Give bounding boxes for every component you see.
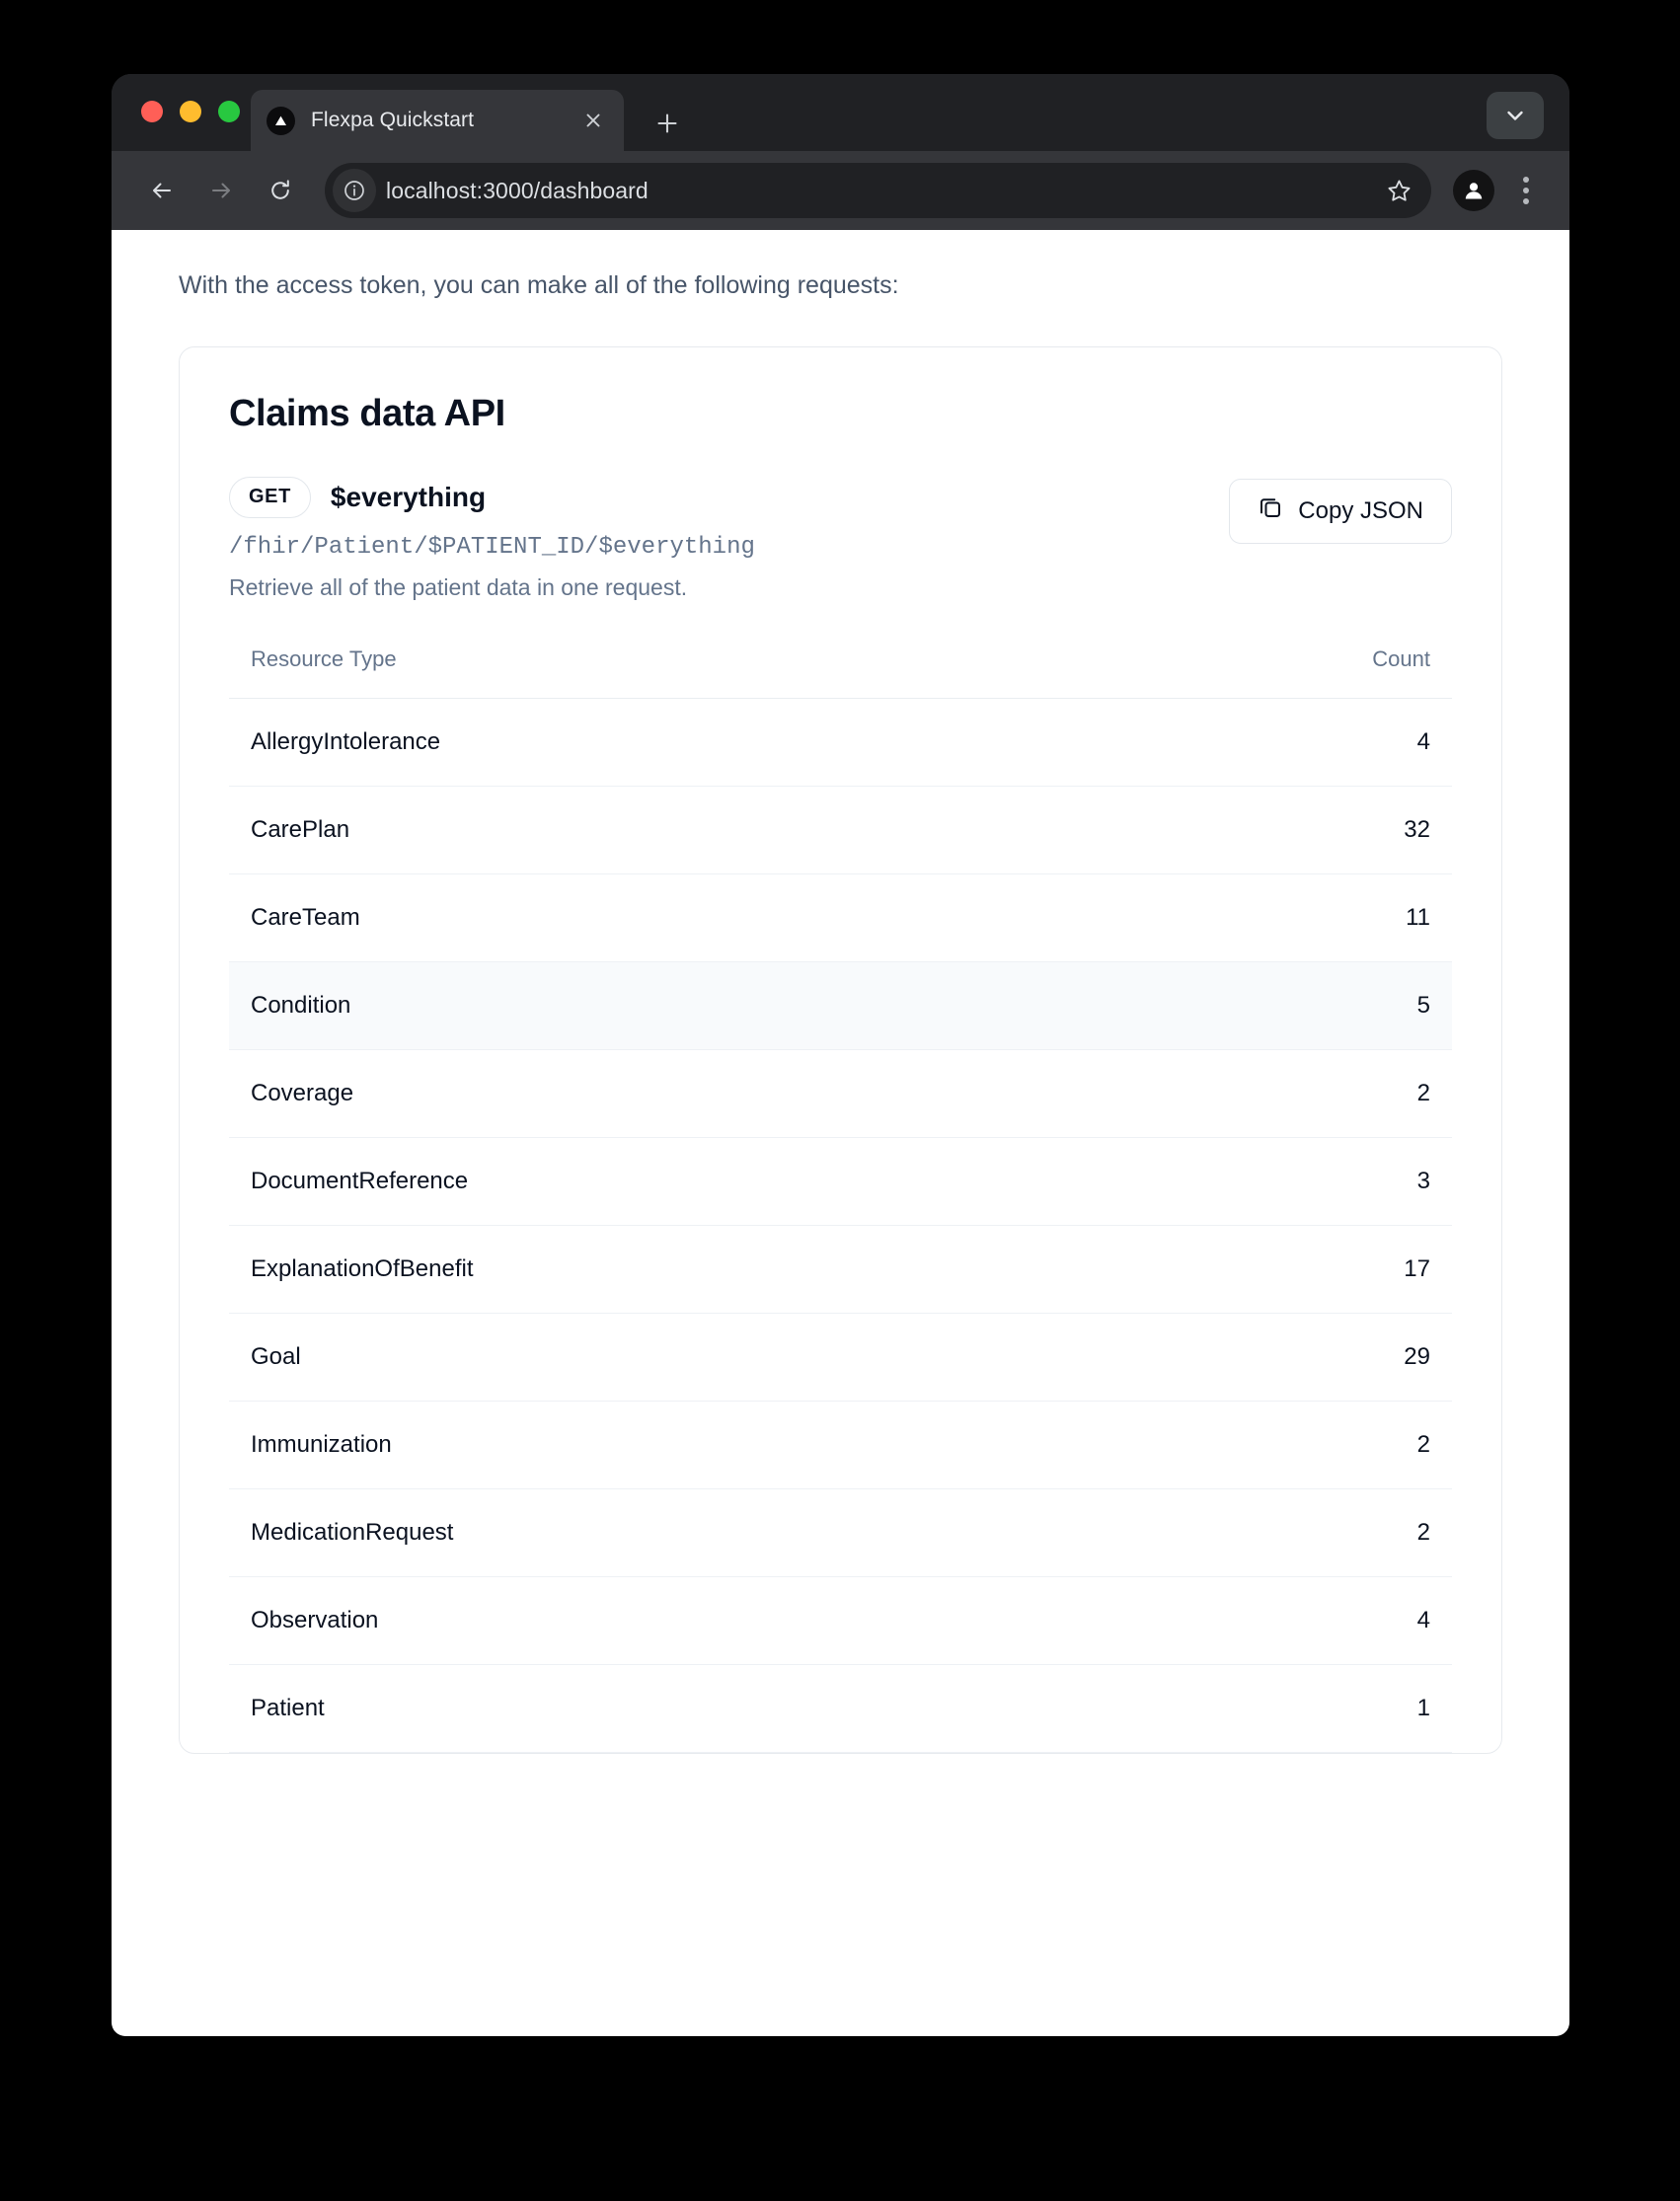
cell-count: 2 [1114,1488,1452,1577]
table-row[interactable]: CarePlan 32 [229,786,1452,874]
window-traffic-lights [141,101,240,122]
column-header-count: Count [1114,645,1452,699]
chevron-down-icon[interactable] [1487,92,1544,139]
browser-window: Flexpa Quickstart localhost:3000/dashboa… [112,74,1569,2036]
cell-resource-type: Coverage [229,1049,1115,1138]
maximize-window-button[interactable] [218,101,240,122]
cell-resource-type: Patient [229,1664,1115,1753]
address-bar[interactable]: localhost:3000/dashboard [325,163,1431,218]
cell-count: 11 [1114,873,1452,962]
column-header-resource-type: Resource Type [229,645,1115,699]
cell-count: 3 [1114,1137,1452,1226]
resource-count-table: Resource Type Count AllergyIntolerance 4 C… [229,645,1452,1753]
table-row[interactable]: Observation 4 [229,1576,1452,1665]
table-row[interactable]: Condition 5 [229,961,1452,1050]
table-row[interactable]: MedicationRequest 2 [229,1488,1452,1577]
cell-count: 2 [1114,1049,1452,1138]
cell-resource-type: Immunization [229,1401,1115,1489]
claims-api-card: Claims data API GET $everything /fhir/Pa… [179,345,1502,1754]
star-icon[interactable] [1376,168,1421,213]
cell-count: 4 [1114,1576,1452,1665]
endpoint-path: /fhir/Patient/$PATIENT_ID/$everything [229,533,755,561]
cell-resource-type: CareTeam [229,873,1115,962]
cell-resource-type: Observation [229,1576,1115,1665]
table-row[interactable]: CareTeam 11 [229,873,1452,962]
table-row[interactable]: DocumentReference 3 [229,1137,1452,1226]
cell-count: 4 [1114,698,1452,787]
cell-resource-type: DocumentReference [229,1137,1115,1226]
cell-count: 17 [1114,1225,1452,1314]
endpoint-description: Retrieve all of the patient data in one … [229,573,688,600]
cell-count: 2 [1114,1401,1452,1489]
triangle-logo-icon [267,106,295,135]
menu-dot [1523,177,1529,183]
table-body: AllergyIntolerance 4 CarePlan 32 CareTeam 11 C… [229,698,1452,1753]
cell-count: 5 [1114,961,1452,1050]
cell-count: 32 [1114,786,1452,874]
cell-resource-type: Goal [229,1313,1115,1402]
copy-icon [1258,494,1283,527]
endpoint-details: GET $everything /fhir/Patient/$PATIENT_I… [229,476,1209,601]
copy-json-button[interactable]: Copy JSON [1229,478,1452,544]
forward-arrow-icon[interactable] [194,164,248,217]
cell-resource-type: ExplanationOfBenefit [229,1225,1115,1314]
browser-tab-title: Flexpa Quickstart [311,109,475,131]
browser-toolbar: localhost:3000/dashboard [112,151,1569,230]
account-avatar-icon[interactable] [1453,170,1494,211]
reload-icon[interactable] [254,164,307,217]
intro-paragraph: With the access token, you can make all … [179,271,899,299]
back-arrow-icon[interactable] [135,164,189,217]
page-content: With the access token, you can make all … [112,230,1569,1754]
three-dot-menu-icon[interactable] [1504,167,1548,214]
page-title: Claims data API [229,392,505,434]
table-row[interactable]: Immunization 2 [229,1401,1452,1489]
plus-icon[interactable] [648,104,687,143]
endpoint-block: GET $everything /fhir/Patient/$PATIENT_I… [229,476,1452,601]
close-window-button[interactable] [141,101,163,122]
screenshot-canvas: Flexpa Quickstart localhost:3000/dashboa… [0,0,1680,2201]
browser-tab[interactable]: Flexpa Quickstart [251,90,624,151]
browser-tab-strip: Flexpa Quickstart [112,74,1569,151]
cell-resource-type: AllergyIntolerance [229,698,1115,787]
page-viewport: With the access token, you can make all … [112,230,1569,2036]
close-icon[interactable] [578,106,608,135]
cell-count: 29 [1114,1313,1452,1402]
endpoint-name: $everything [330,481,487,512]
table-head: Resource Type Count [229,645,1452,699]
table-header-row: Resource Type Count [229,645,1452,699]
menu-dot [1523,188,1529,193]
cell-resource-type: CarePlan [229,786,1115,874]
table-row[interactable]: ExplanationOfBenefit 17 [229,1225,1452,1314]
cell-resource-type: Condition [229,961,1115,1050]
table-row[interactable]: Goal 29 [229,1313,1452,1402]
menu-dot [1523,198,1529,204]
table-row[interactable]: AllergyIntolerance 4 [229,698,1452,787]
copy-json-label: Copy JSON [1298,496,1423,524]
url-text: localhost:3000/dashboard [386,177,649,203]
table-row[interactable]: Patient 1 [229,1664,1452,1753]
minimize-window-button[interactable] [180,101,201,122]
endpoint-header: GET $everything [229,476,1209,518]
cell-count: 1 [1114,1664,1452,1753]
cell-resource-type: MedicationRequest [229,1488,1115,1577]
table-row[interactable]: Coverage 2 [229,1049,1452,1138]
info-circle-icon[interactable] [333,169,376,212]
http-method-badge: GET [229,476,311,518]
